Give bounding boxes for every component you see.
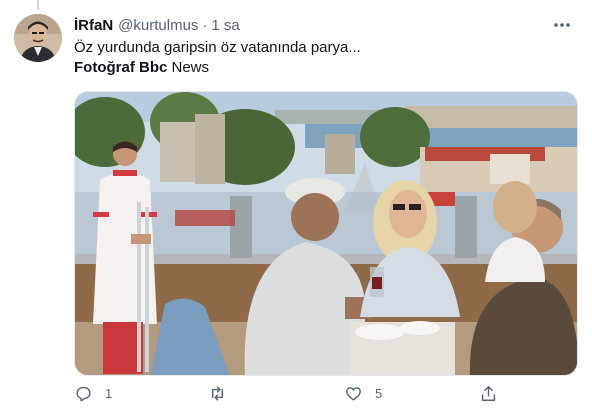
tweet-text-line-1: Öz yurdunda garipsin öz vatanında parya.… [74, 39, 361, 56]
separator-dot: · [202, 16, 208, 34]
more-horizontal-icon[interactable] [552, 16, 572, 34]
like-count: 5 [375, 386, 383, 401]
like-button[interactable]: 5 [344, 384, 382, 403]
tweet-text: Öz yurdunda garipsin öz vatanında parya.… [74, 38, 574, 78]
reply-count: 1 [105, 386, 113, 401]
retweet-button[interactable] [208, 384, 239, 403]
tweet-photo[interactable] [74, 91, 578, 376]
reply-icon [76, 386, 91, 402]
avatar-image [14, 14, 62, 62]
heart-icon [346, 387, 361, 401]
tweet-actions: 1 5 [74, 384, 504, 410]
author-name[interactable]: İRfaN [74, 17, 113, 34]
tweet-text-bold: Fotoğraf Bbc [74, 59, 168, 76]
thread-connector-line [37, 0, 39, 10]
retweet-icon [212, 386, 223, 401]
photo-illustration [75, 92, 577, 375]
share-icon [481, 386, 496, 401]
tweet-text-rest: News [167, 59, 210, 76]
reply-button[interactable]: 1 [74, 384, 112, 403]
avatar[interactable] [14, 14, 62, 62]
tweet-header: İRfaN @kurtulmus · 1 sa [74, 14, 572, 36]
share-button[interactable] [479, 384, 498, 403]
tweet-text-line-2: Fotoğraf Bbc News [74, 58, 574, 78]
tweet-timestamp[interactable]: 1 sa [211, 17, 239, 34]
author-handle[interactable]: @kurtulmus [118, 17, 198, 34]
